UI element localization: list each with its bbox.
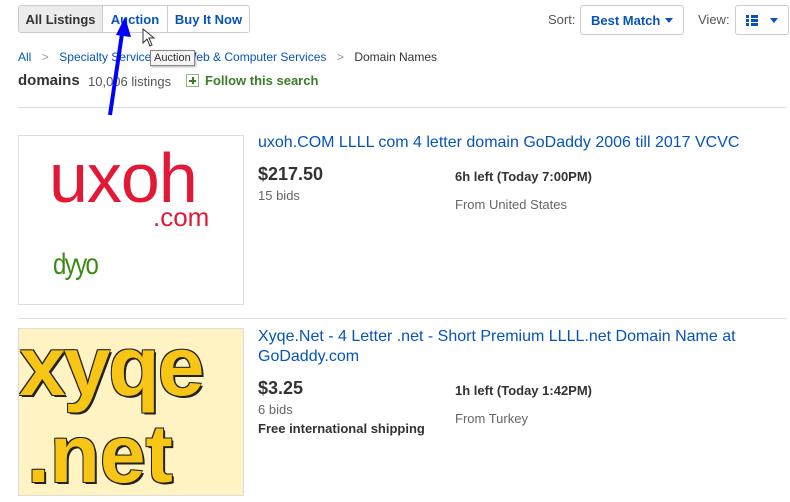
sort-value: Best Match bbox=[591, 12, 661, 28]
listing-price: $3.25 bbox=[258, 378, 304, 398]
view-label: View: bbox=[698, 12, 730, 27]
sort-label: Sort: bbox=[548, 12, 576, 27]
list-view-icon bbox=[746, 14, 758, 26]
auction-tooltip: Auction bbox=[150, 50, 195, 66]
plus-icon bbox=[186, 74, 199, 87]
image-line2-text: .net bbox=[27, 409, 173, 496]
annotation-arrow-icon bbox=[108, 17, 131, 116]
breadcrumb-separator: > bbox=[41, 50, 49, 64]
search-query: domains bbox=[18, 72, 80, 89]
buy-it-now-tab[interactable]: Buy It Now bbox=[167, 5, 250, 33]
listing-image[interactable]: uxoh .com dyyo bbox=[18, 135, 244, 305]
breadcrumb-web-computer-services[interactable]: Web & Computer Services bbox=[185, 50, 326, 64]
listing-bids: 6 bids bbox=[258, 402, 293, 417]
breadcrumb-all[interactable]: All bbox=[18, 50, 31, 64]
listing-bids: 15 bids bbox=[258, 188, 300, 203]
image-line1-text: xyqe bbox=[19, 328, 204, 413]
listing-price: $217.50 bbox=[258, 164, 324, 184]
listing-location: From Turkey bbox=[455, 411, 528, 426]
view-dropdown[interactable] bbox=[735, 5, 789, 35]
listing-image[interactable]: xyqe .net bbox=[18, 328, 244, 496]
all-listings-tab[interactable]: All Listings bbox=[18, 5, 103, 33]
listing-time-left: 6h left (Today 7:00PM) bbox=[455, 169, 593, 184]
sort-dropdown[interactable]: Best Match bbox=[580, 5, 684, 35]
breadcrumb-separator: > bbox=[336, 50, 344, 64]
listing-shipping: Free international shipping bbox=[258, 421, 425, 436]
follow-search-label: Follow this search bbox=[205, 73, 319, 88]
listing-location: From United States bbox=[455, 197, 567, 212]
breadcrumb: All > Specialty Services > Web & Compute… bbox=[18, 48, 437, 66]
chevron-down-icon bbox=[770, 17, 778, 23]
results-divider bbox=[18, 318, 786, 319]
listing-time-left: 1h left (Today 1:42PM) bbox=[455, 383, 593, 398]
listing-title[interactable]: Xyqe.Net - 4 Letter .net - Short Premium… bbox=[258, 327, 778, 367]
listing-title[interactable]: uxoh.COM LLLL com 4 letter domain GoDadd… bbox=[258, 133, 778, 153]
breadcrumb-domain-names: Domain Names bbox=[354, 50, 438, 64]
follow-search-link[interactable]: Follow this search bbox=[186, 73, 318, 88]
image-tag-text: dyyo bbox=[53, 248, 99, 281]
cursor-icon bbox=[142, 28, 156, 47]
image-sub-text: .com bbox=[153, 202, 210, 232]
chevron-down-icon bbox=[665, 17, 673, 23]
